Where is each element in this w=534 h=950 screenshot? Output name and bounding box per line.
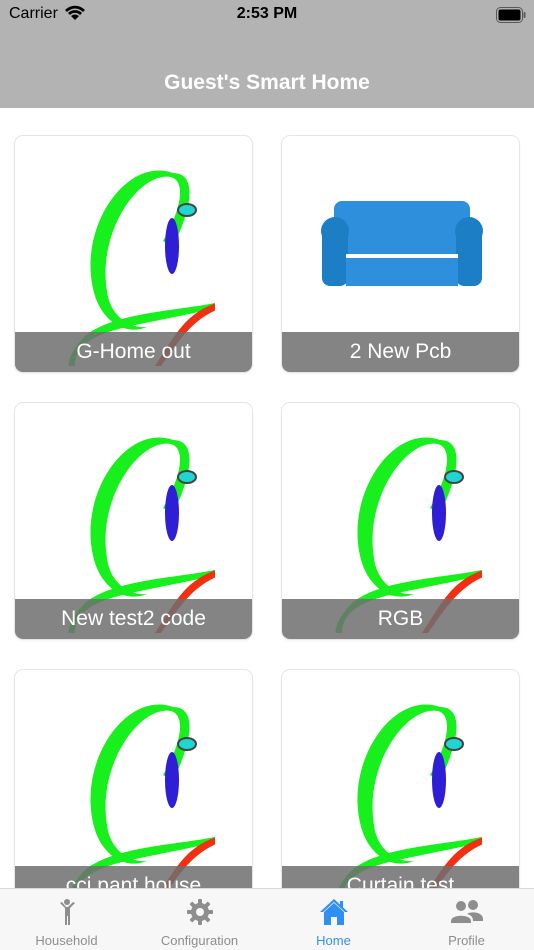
device-name: New test2 code (15, 599, 252, 639)
status-bar: Carrier 2:53 PM (0, 0, 534, 30)
g-logo-icon (322, 695, 482, 888)
device-card[interactable]: G-Home out (14, 135, 253, 373)
tab-home[interactable]: Home (267, 889, 400, 950)
device-grid: G-Home out 2 New Pcb New test2 code RGB … (0, 108, 534, 888)
house-icon (319, 899, 348, 925)
tab-label: Profile (448, 933, 485, 948)
device-name: Curtain test (282, 866, 519, 888)
battery-icon (496, 7, 526, 23)
device-card[interactable]: Curtain test (281, 669, 520, 888)
device-card[interactable]: RGB (281, 402, 520, 640)
g-logo-icon (55, 695, 215, 888)
device-card[interactable]: cci pant house (14, 669, 253, 888)
device-card[interactable]: 2 New Pcb (281, 135, 520, 373)
person-icon (59, 899, 75, 925)
tab-label: Household (35, 933, 98, 948)
tab-household[interactable]: Household (0, 889, 133, 950)
device-name: cci pant house (15, 866, 252, 888)
tab-configuration[interactable]: Configuration (133, 889, 266, 950)
page-title: Guest's Smart Home (164, 71, 370, 94)
people-icon (450, 900, 483, 923)
tab-label: Home (316, 933, 351, 948)
tab-bar: Household Configuration Home Profile (0, 888, 534, 950)
tab-profile[interactable]: Profile (400, 889, 533, 950)
clock: 2:53 PM (236, 5, 298, 22)
device-name: G-Home out (15, 332, 252, 372)
navigation-header: Carrier 2:53 PM Guest's Smart Home (0, 0, 534, 108)
device-card[interactable]: New test2 code (14, 402, 253, 640)
device-name: 2 New Pcb (282, 332, 519, 372)
device-name: RGB (282, 599, 519, 639)
gear-icon (186, 899, 213, 925)
tab-label: Configuration (160, 933, 239, 948)
sofa-icon (321, 201, 483, 286)
